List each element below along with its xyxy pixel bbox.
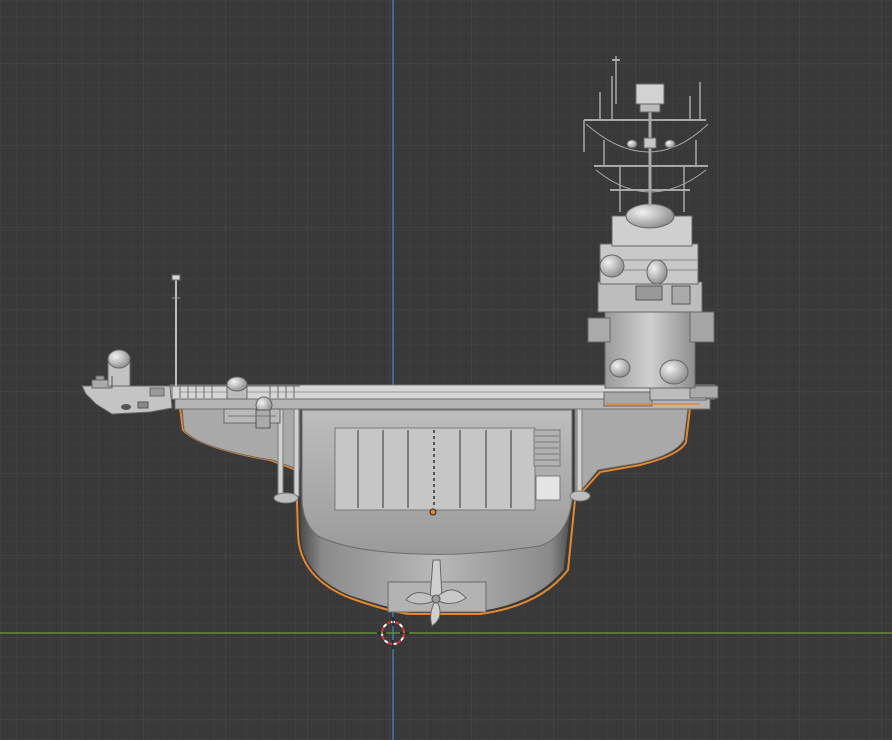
viewport-grid: [0, 0, 892, 740]
pillar-foot: [273, 492, 299, 504]
ciws-dome-left: [107, 349, 131, 388]
pillar: [293, 407, 300, 497]
hangar-door-panel: [334, 427, 561, 511]
radar-dome-deck: [226, 376, 248, 400]
pillar-foot: [569, 490, 591, 502]
3d-viewport[interactable]: [0, 0, 892, 740]
pillar: [576, 407, 583, 497]
object-origin-dot[interactable]: [429, 508, 437, 516]
